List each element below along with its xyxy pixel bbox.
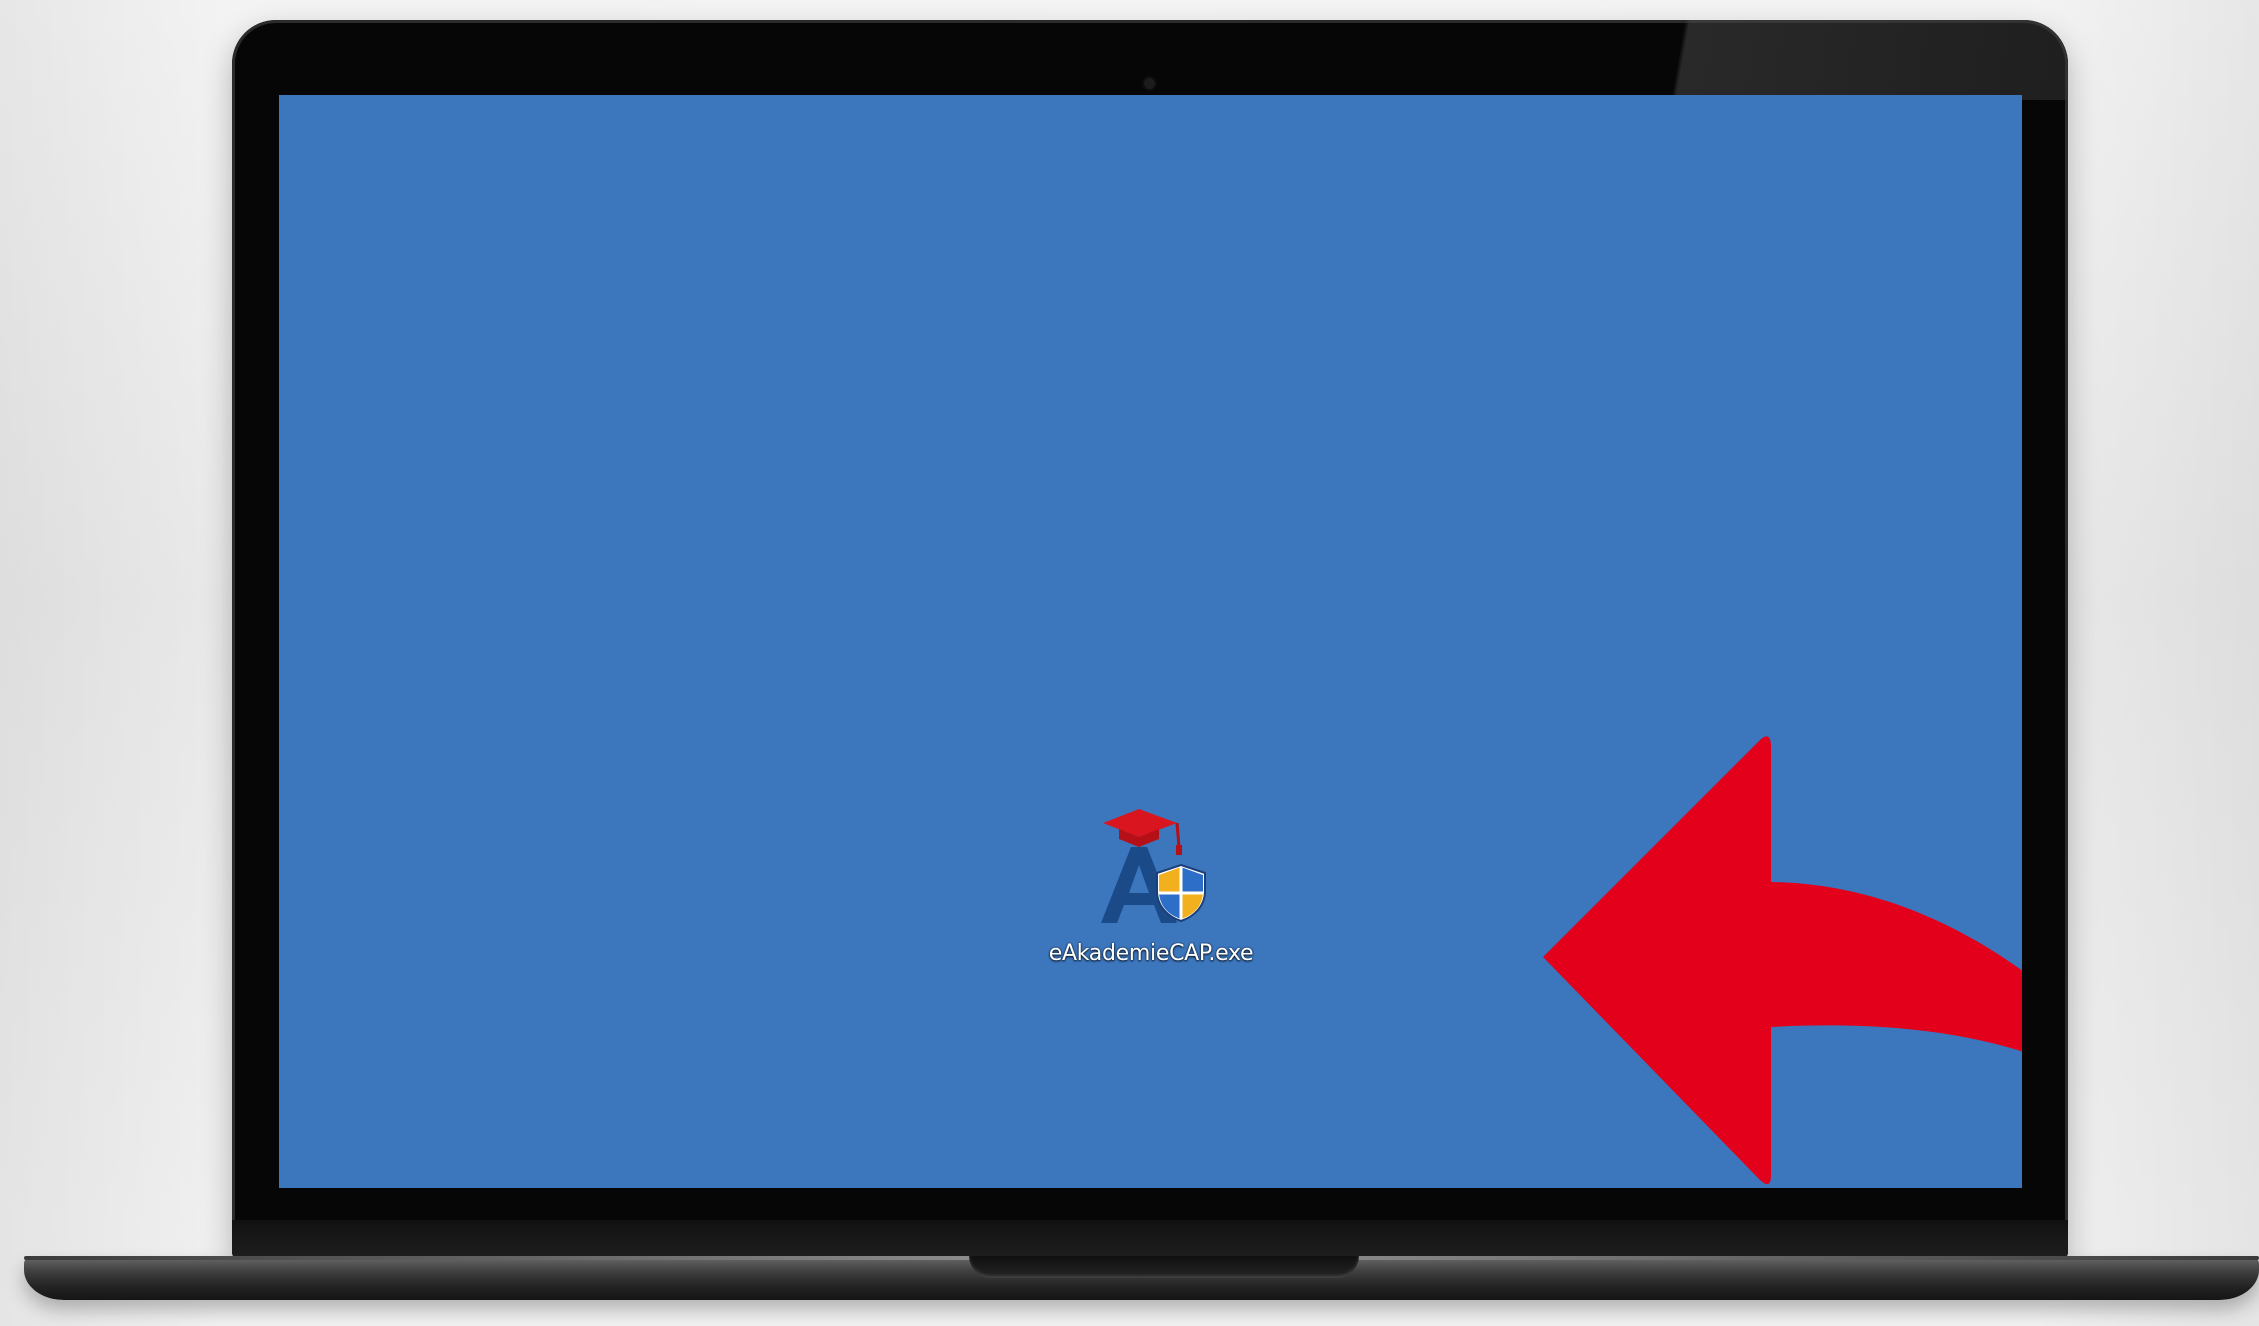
bezel-reflection	[1598, 20, 2068, 100]
laptop-base	[24, 1256, 2259, 1300]
laptop-chin	[232, 1220, 2068, 1260]
eakademie-app-icon	[1101, 809, 1206, 923]
opening-notch	[969, 1256, 1359, 1278]
red-curved-arrow-icon	[1543, 736, 2022, 1185]
desktop-screen: eAkademieCAP.exe	[279, 95, 2022, 1188]
webcam-icon	[1144, 78, 1155, 89]
desktop-icon-eakademiecap[interactable]: eAkademieCAP.exe	[1035, 795, 1267, 966]
desktop-icon-label: eAkademieCAP.exe	[1048, 941, 1254, 966]
